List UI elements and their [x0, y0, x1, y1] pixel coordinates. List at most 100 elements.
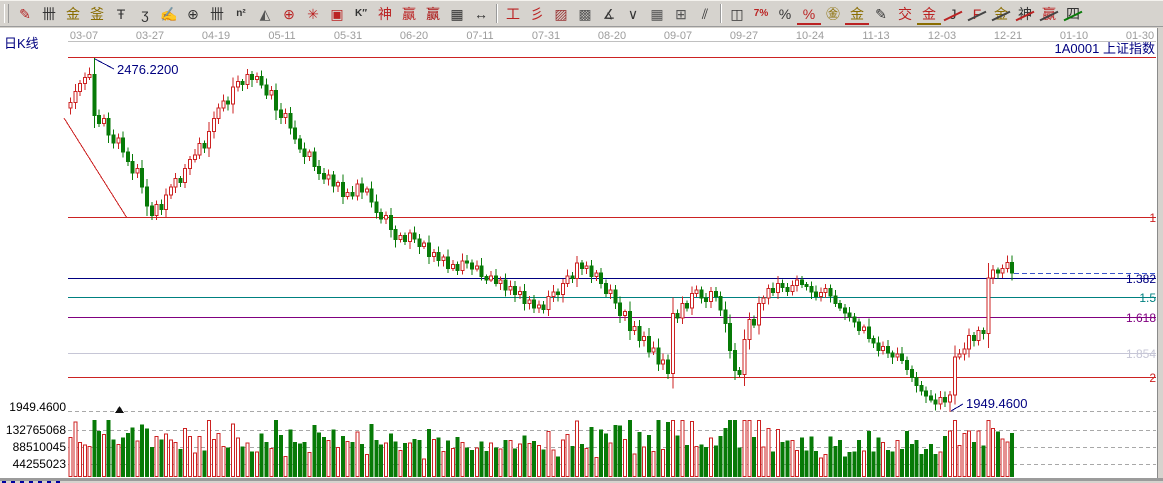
box-frame-tool[interactable]: 工: [501, 3, 525, 25]
volume-bar: [189, 437, 192, 477]
tally-lines-tool[interactable]: 卌: [37, 3, 61, 25]
volume-bar: [781, 443, 784, 477]
set-square-tool[interactable]: ◭: [253, 3, 277, 25]
gold-red-tool[interactable]: 金: [917, 3, 941, 25]
si-angle-tool[interactable]: 四: [1061, 3, 1085, 25]
candle-body: [79, 84, 82, 92]
candle-body: [925, 391, 928, 396]
ray-fan-tool[interactable]: 彡: [525, 3, 549, 25]
candle-body: [380, 213, 383, 219]
compass-tool[interactable]: ⊕: [277, 3, 301, 25]
f-angle-tool[interactable]: F: [965, 3, 989, 25]
gold-circle-tool[interactable]: ㊎: [821, 3, 845, 25]
candle-body: [260, 76, 263, 85]
candle-body: [284, 113, 287, 117]
volume-bar: [920, 454, 923, 476]
pencil-tool[interactable]: ✎: [869, 3, 893, 25]
candle-body: [518, 291, 521, 294]
ying-bold-tool[interactable]: 赢: [421, 3, 445, 25]
volume-bar: [977, 431, 980, 476]
candle-body: [853, 317, 856, 322]
candle-body: [992, 270, 995, 278]
candle-body: [69, 102, 72, 107]
candle-body: [533, 300, 536, 308]
candle-body: [839, 303, 842, 308]
kline-mark-tool[interactable]: K″: [349, 3, 373, 25]
grid-tool[interactable]: ▦: [645, 3, 669, 25]
grid-arrow-tool[interactable]: ⊞: [669, 3, 693, 25]
ying-tool[interactable]: 赢: [397, 3, 421, 25]
shen-tool[interactable]: 神: [373, 3, 397, 25]
volume-bar: [733, 420, 736, 476]
volume-bar: [896, 441, 899, 477]
grid-123-tool[interactable]: ▦: [445, 3, 469, 25]
volume-bar: [891, 452, 894, 476]
symbol-label: 1A0001 上证指数: [1055, 42, 1155, 55]
candle-body: [217, 108, 220, 119]
cycle-cross-tool[interactable]: 交: [893, 3, 917, 25]
volume-bar: [289, 430, 292, 476]
spiral-tool[interactable]: ʒ: [133, 3, 157, 25]
star-rays-tool[interactable]: ✳: [301, 3, 325, 25]
volume-bar: [958, 445, 961, 476]
volume-bar: [714, 446, 717, 477]
ying-angle-tool[interactable]: 赢: [1037, 3, 1061, 25]
volume-bar: [332, 430, 335, 477]
zigzag-tool[interactable]: ∨: [621, 3, 645, 25]
tally-lines-2-tool[interactable]: 卌: [205, 3, 229, 25]
candle-body: [437, 252, 440, 260]
volume-bar: [255, 452, 258, 476]
parallel-lines-tool[interactable]: ⫽: [693, 3, 717, 25]
candle-body: [275, 90, 278, 109]
volume-profile-tool[interactable]: ◫: [725, 3, 749, 25]
candle-body: [972, 336, 975, 341]
gold-lines-tool[interactable]: 金: [845, 3, 869, 25]
volume-bar: [380, 445, 383, 477]
candle-body: [117, 138, 120, 143]
shen-angle-tool[interactable]: 神: [1013, 3, 1037, 25]
gold-angle-tool[interactable]: 金: [989, 3, 1013, 25]
toolbar-grip[interactable]: [4, 4, 9, 23]
trend-angle-tool[interactable]: ∡: [597, 3, 621, 25]
candle-body: [542, 305, 545, 310]
seven-percent-tool[interactable]: 7%: [749, 3, 773, 25]
pane-splitter[interactable]: [0, 478, 1163, 481]
candle-body: [318, 166, 321, 173]
volume-bar: [423, 459, 426, 477]
percent-tool[interactable]: %: [773, 3, 797, 25]
width-measure-tool[interactable]: ↔: [469, 3, 493, 25]
candle-body: [160, 205, 163, 210]
n-square-tool[interactable]: n²: [229, 3, 253, 25]
volume-bar: [805, 451, 808, 477]
golden-ratio-tool[interactable]: 釜: [85, 3, 109, 25]
circle-cycle-tool[interactable]: ⊕: [181, 3, 205, 25]
volume-bar: [767, 429, 770, 477]
candle-body: [757, 303, 760, 325]
candle-body: [657, 348, 660, 364]
volume-bar: [882, 442, 885, 476]
pencil-measure-tool[interactable]: ✍: [157, 3, 181, 25]
volume-bar: [217, 434, 220, 477]
brush-tool[interactable]: ✎: [13, 3, 37, 25]
axis-date-label: 08-20: [590, 31, 634, 42]
candle-body: [667, 360, 670, 373]
candle-body: [810, 287, 813, 292]
axis-date-label: 03-07: [62, 31, 106, 42]
fib-level-label: 1: [1149, 212, 1156, 224]
candle-body: [609, 290, 612, 293]
gann-box-tool[interactable]: ▨: [549, 3, 573, 25]
volume-bar: [853, 452, 856, 476]
volume-bar: [451, 449, 454, 477]
t-ruler-tool[interactable]: Ŧ: [109, 3, 133, 25]
gann-grid-tool[interactable]: ▣: [325, 3, 349, 25]
volume-bar: [829, 437, 832, 476]
percent-line-tool[interactable]: %: [797, 3, 821, 25]
volume-bar: [117, 444, 120, 476]
gann-box-2-tool[interactable]: ▩: [573, 3, 597, 25]
volume-bar: [886, 451, 889, 477]
candle-body: [671, 314, 674, 374]
kline-chart-canvas[interactable]: [0, 28, 1157, 483]
j-angle-tool[interactable]: J: [941, 3, 965, 25]
volume-bar: [982, 446, 985, 477]
golden-section-tool[interactable]: 金: [61, 3, 85, 25]
